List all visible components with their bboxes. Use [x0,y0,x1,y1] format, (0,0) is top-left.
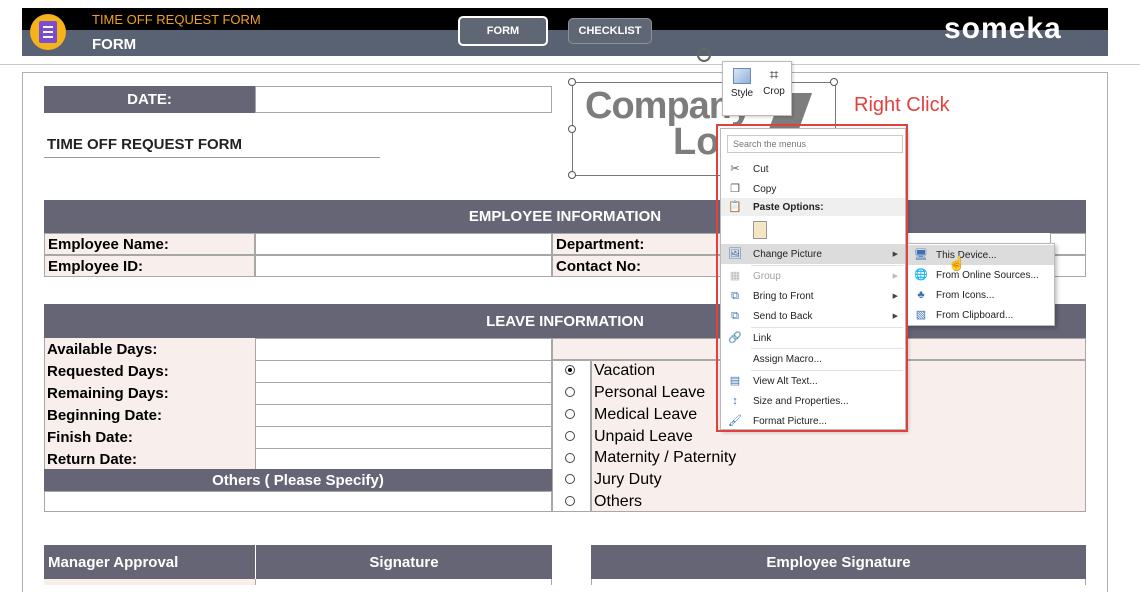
style-label: Style [730,88,754,99]
leave-field-label: Beginning Date: [44,404,255,426]
contact-input[interactable] [1050,255,1086,277]
leave-field-label: Return Date: [44,448,255,470]
crop-label: Crop [763,86,785,97]
employee-name-input[interactable] [255,233,552,255]
header-divider [0,64,1140,65]
date-label: DATE: [44,86,255,113]
submenu-item-this-device[interactable]: 🖥 This Device... [907,245,1054,265]
right-click-annotation: Right Click [854,94,950,116]
device-icon: 🖥 [914,249,928,261]
clipboard-picture-icon: ▧ [915,309,927,321]
department-label: Department: [552,233,722,255]
brand-logo: someka [944,12,1062,45]
checklist-nav-button[interactable]: CHECKLIST [568,18,652,44]
annotation-highlight-frame [716,124,908,432]
leave-type-label: Others [594,493,643,510]
leave-field-label: Available Days: [44,338,255,360]
crop-icon: ⌗ [769,67,779,84]
crop-button[interactable]: ⌗ Crop [758,66,790,112]
rotate-handle-icon[interactable] [697,48,711,62]
form-nav-button[interactable]: FORM [458,16,548,46]
employee-id-label: Employee ID: [44,255,255,277]
submenu-item-online-sources[interactable]: 🌐 From Online Sources... [907,265,1054,285]
radio-jury-duty[interactable] [565,474,575,484]
others-specify-input[interactable] [44,491,552,512]
submenu-item-from-clipboard[interactable]: ▧ From Clipboard... [907,305,1054,325]
radio-personal-leave[interactable] [565,387,575,397]
resize-handle-tl[interactable] [568,78,576,86]
radio-unpaid-leave[interactable] [565,431,575,441]
others-specify-header: Others ( Please Specify) [44,469,552,491]
radio-medical-leave[interactable] [565,409,575,419]
leave-field-label: Finish Date: [44,426,255,448]
signature-header: Signature [256,545,552,579]
form-app-icon [30,14,66,50]
date-input[interactable] [255,86,552,113]
leave-type-label: Maternity / Paternity [594,449,737,466]
leave-field-label: Remaining Days: [44,382,255,404]
app-title: TIME OFF REQUEST FORM [92,12,261,27]
employee-info-header: EMPLOYEE INFORMATION [44,200,1086,233]
employee-id-input[interactable] [255,255,552,277]
change-picture-submenu: 🖥 This Device... 🌐 From Online Sources... … [906,243,1055,326]
department-input[interactable] [1050,233,1086,255]
employee-signature-cell[interactable] [591,579,1086,585]
mouse-cursor-icon: ☝ [948,255,966,271]
manager-approval-cell[interactable] [44,579,255,585]
globe-icon: 🌐 [914,269,928,281]
radio-maternity[interactable] [565,453,575,463]
contact-label: Contact No: [552,255,722,277]
signature-cell[interactable] [255,579,552,585]
employee-name-label: Employee Name: [44,233,255,255]
style-icon [733,68,751,84]
sheet-subtitle: FORM [92,36,137,53]
radio-others[interactable] [565,496,575,506]
icons-icon: ♣ [917,289,925,301]
leave-type-label: Jury Duty [594,471,662,488]
resize-handle-ml[interactable] [568,125,576,133]
resize-handle-bl[interactable] [568,171,576,179]
radio-vacation[interactable] [565,365,575,375]
style-button[interactable]: Style [726,66,758,112]
title-underline [44,157,380,158]
leave-field-label: Requested Days: [44,360,255,382]
picture-mini-toolbar: Style ⌗ Crop [722,61,792,116]
manager-approval-header: Manager Approval [44,545,255,579]
resize-handle-tr[interactable] [830,78,838,86]
employee-signature-header: Employee Signature [591,545,1086,579]
submenu-item-from-icons[interactable]: ♣ From Icons... [907,285,1054,305]
leave-field-inputs[interactable] [255,338,552,470]
form-title: TIME OFF REQUEST FORM [47,135,242,153]
app-header: TIME OFF REQUEST FORM FORM FORM CHECKLIS… [22,8,1108,56]
